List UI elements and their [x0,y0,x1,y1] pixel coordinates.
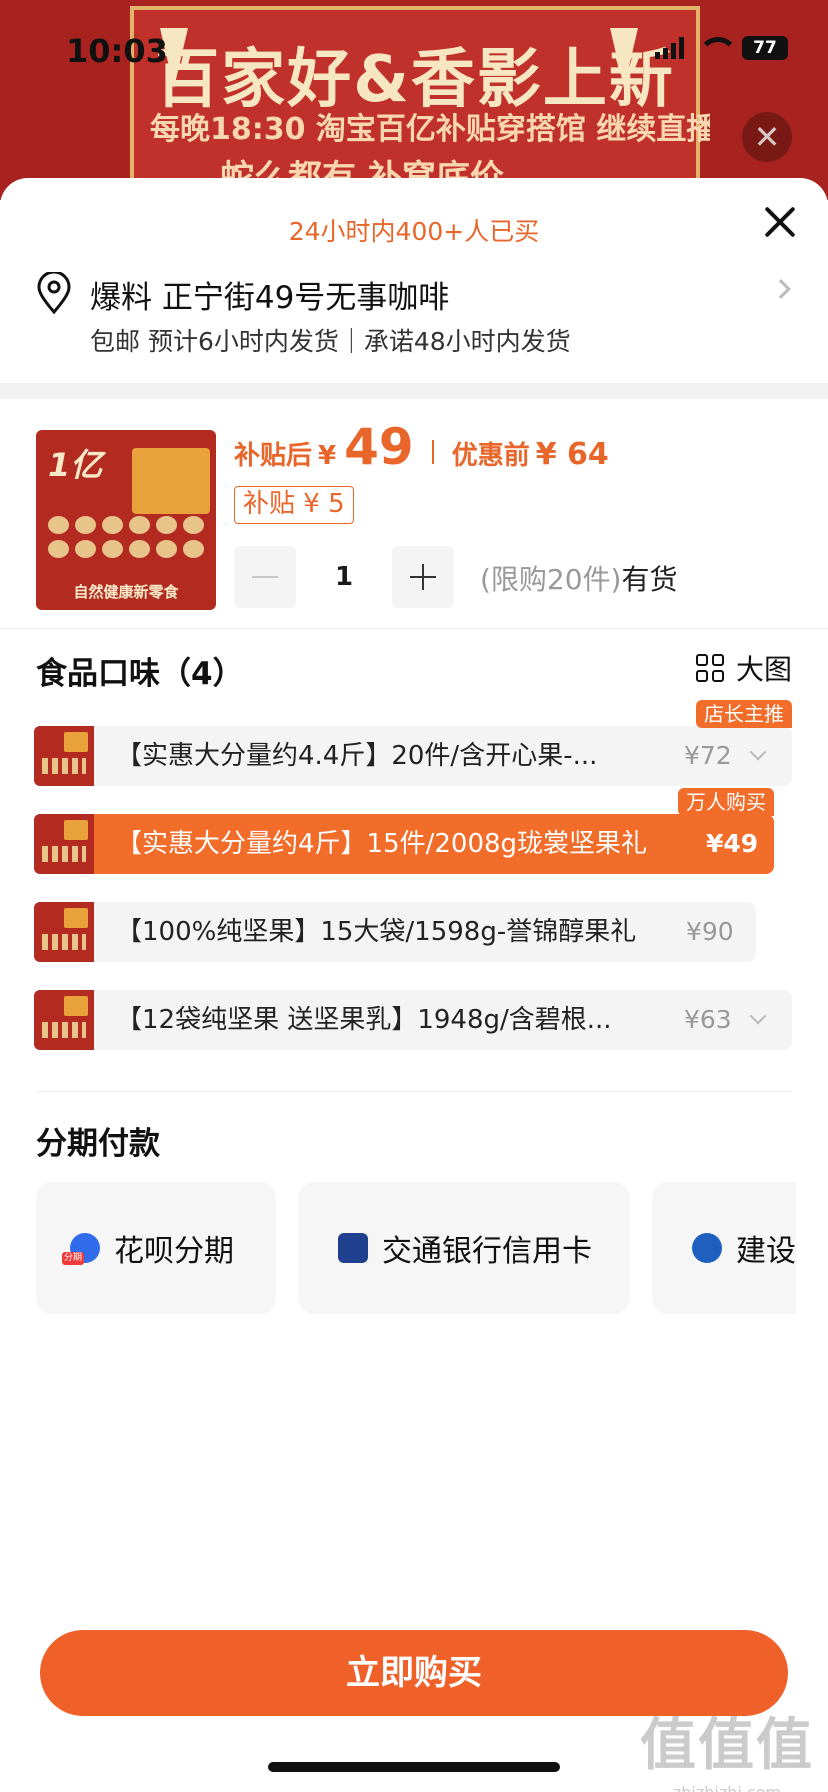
option-label: 【100%纯坚果】15大袋/1598g-誉锦醇果礼 [116,917,637,947]
option-label: 【实惠大分量约4斤】15件/2008g珑裳坚果礼 [116,829,648,859]
huabei-badge: 分期 [62,1252,85,1265]
purchase-limit: (限购20件) [480,563,622,596]
stock-info: (限购20件)有货 [480,558,678,598]
signal-icon [655,37,684,59]
divider [0,628,828,629]
product-image[interactable]: 1亿 自然健康新零食 [36,430,216,610]
option-thumbnail [34,814,94,874]
flavor-section-title: 食品口味（4） [36,656,244,692]
stock-status: 有货 [621,563,678,596]
address-row[interactable]: 爆料 正宁街49号无事咖啡 包邮 预计6小时内发货｜承诺48小时内发货 [36,268,792,364]
thumb-nut-grid [48,516,204,558]
option-thumbnail [34,990,94,1050]
chevron-down-icon[interactable] [749,1007,767,1025]
flavor-option-selected[interactable]: 【实惠大分量约4斤】15件/2008g珑裳坚果礼 ¥49 万人购买 [34,788,774,874]
subsidy-badge: 补贴 ¥ 5 [234,486,354,524]
big-view-toggle[interactable]: 大图 [695,648,792,688]
original-price-label: 优惠前 [451,441,530,471]
installment-option-huabei[interactable]: 分期 花呗分期 [36,1182,276,1314]
sku-sheet: 24小时内400+人已买 爆料 正宁街49号无事咖啡 包邮 预计6小时内发货｜承… [0,178,828,1792]
quantity-value[interactable]: 1 [296,546,392,608]
ccb-icon [692,1233,722,1263]
option-tag: 店长主推 [696,700,792,728]
status-time: 10:03 [66,32,168,70]
price-row: 补贴后 ¥ 49 优惠前 ¥ 64 [234,418,609,476]
installment-section-title: 分期付款 [36,1126,160,1162]
thumb-headline: 1亿 [48,446,103,484]
price-separator [431,440,434,464]
original-price: ¥ 64 [535,437,609,472]
big-view-label: 大图 [735,653,792,686]
installment-label: 花呗分期 [114,1234,234,1269]
installment-label: 交通银行信用卡 [382,1234,592,1269]
divider [36,1091,792,1092]
banner-close-icon[interactable]: ✕ [742,112,792,162]
section-divider [0,383,828,399]
chevron-down-icon[interactable] [749,743,767,761]
quantity-increase-button[interactable] [392,546,454,608]
option-thumbnail [34,726,94,786]
option-price: ¥49 [706,829,759,858]
bocom-icon [338,1233,368,1263]
close-icon[interactable] [758,200,802,244]
option-price: ¥90 [686,917,734,946]
thumb-footer: 自然健康新零食 [73,583,179,601]
installment-option-bocom[interactable]: 交通银行信用卡 [298,1182,630,1314]
address-title: 爆料 正宁街49号无事咖啡 [90,280,450,316]
option-tag: 万人购买 [678,788,774,816]
quantity-decrease-button[interactable] [234,546,296,608]
option-price: ¥72 [684,741,732,770]
huabei-icon: 分期 [62,1233,100,1265]
flavor-option[interactable]: 【实惠大分量约4.4斤】20件/含开心果-... ¥72 店长主推 [34,700,792,786]
option-thumbnail [34,902,94,962]
watermark: 值值值 zhizhizhi.com [640,1700,814,1792]
option-label: 【12袋纯坚果 送坚果乳】1948g/含碧根... [116,1005,612,1035]
watermark-logo: 值值值 [640,1713,814,1778]
home-indicator[interactable] [268,1762,560,1772]
gift-box-image [132,448,210,514]
banner-subtitle: 每晚18:30 淘宝百亿补贴穿搭馆 继续直播... [150,112,710,147]
grid-icon [695,654,724,682]
background-banner: 百家好&香影上新 每晚18:30 淘宝百亿补贴穿搭馆 继续直播... 蛇么都有 … [0,0,828,200]
buyers-notice: 24小时内400+人已买 [288,217,540,246]
option-label: 【实惠大分量约4.4斤】20件/含开心果-... [116,741,598,771]
option-price: ¥63 [684,1005,732,1034]
watermark-url: zhizhizhi.com [640,1783,814,1792]
wifi-icon [698,37,738,59]
shipping-info: 包邮 预计6小时内发货｜承诺48小时内发货 [90,327,571,356]
status-icons: 77 [655,36,788,60]
chevron-right-icon [771,279,791,299]
installment-option-ccb[interactable]: 建设 [652,1182,796,1314]
flavor-option[interactable]: 【100%纯坚果】15大袋/1598g-誉锦醇果礼 ¥90 [34,902,756,962]
after-subsidy-label: 补贴后 [234,441,313,471]
currency-symbol: ¥ [318,441,337,471]
flavor-option[interactable]: 【12袋纯坚果 送坚果乳】1948g/含碧根... ¥63 [34,990,792,1050]
price-value: 49 [344,418,414,476]
location-pin-icon [37,272,71,314]
installment-label: 建设 [736,1234,796,1269]
battery-icon: 77 [742,36,788,60]
